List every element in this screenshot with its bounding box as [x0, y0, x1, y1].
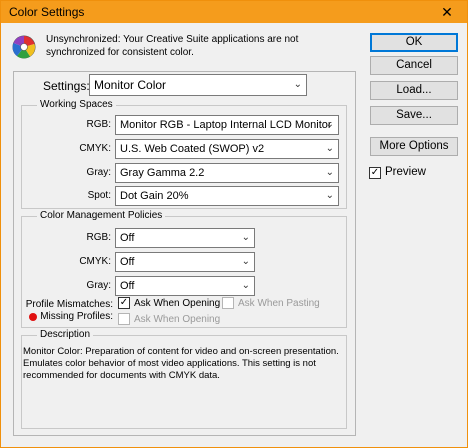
mismatch-ask-opening-checkbox[interactable]: ✓ [118, 297, 130, 309]
ws-rgb-value: Monitor RGB - Laptop Internal LCD Monito… [120, 119, 332, 131]
chevron-down-icon: ⌄ [293, 79, 302, 90]
ws-rgb-label: RGB: [86, 119, 111, 130]
ws-gray-value: Gray Gamma 2.2 [120, 167, 205, 179]
title-bar: Color Settings ✕ [1, 1, 467, 23]
working-spaces-title: Working Spaces [37, 99, 116, 110]
ws-spot-value: Dot Gain 20% [120, 190, 189, 202]
ws-rgb-select[interactable]: Monitor RGB - Laptop Internal LCD Monito… [115, 115, 339, 135]
preview-checkbox[interactable]: ✓ [369, 167, 381, 179]
cancel-button[interactable]: Cancel [370, 56, 458, 75]
policy-rgb-value: Off [120, 232, 135, 244]
ws-spot-label: Spot: [87, 190, 111, 201]
settings-select-value: Monitor Color [94, 78, 167, 92]
chevron-down-icon: ⌄ [325, 143, 334, 154]
sync-status-message: Unsynchronized: Your Creative Suite appl… [46, 34, 299, 58]
description-title: Description [37, 329, 94, 340]
ws-gray-select[interactable]: Gray Gamma 2.2 ⌄ [115, 163, 339, 183]
policy-cmyk-select[interactable]: Off ⌄ [115, 252, 255, 272]
ws-cmyk-select[interactable]: U.S. Web Coated (SWOP) v2 ⌄ [115, 139, 339, 159]
window-title: Color Settings [9, 5, 85, 19]
policies-title: Color Management Policies [37, 210, 166, 221]
mismatch-ask-pasting-label: Ask When Pasting [238, 298, 320, 309]
policy-rgb-label: RGB: [86, 232, 111, 243]
more-options-button[interactable]: More Options [370, 137, 458, 156]
chevron-down-icon: ⌄ [241, 280, 250, 291]
ws-gray-label: Gray: [86, 167, 111, 178]
chevron-down-icon: ⌄ [325, 190, 334, 201]
color-settings-dialog: Color Settings ✕ Unsynchronized: Your Cr… [0, 0, 468, 448]
policy-gray-select[interactable]: Off ⌄ [115, 276, 255, 296]
policy-cmyk-label: CMYK: [79, 256, 111, 267]
policy-cmyk-value: Off [120, 256, 135, 268]
load-button[interactable]: Load... [370, 81, 458, 100]
description-text: Monitor Color: Preparation of content fo… [23, 346, 339, 381]
chevron-down-icon: ⌄ [241, 256, 250, 267]
ws-cmyk-value: U.S. Web Coated (SWOP) v2 [120, 143, 265, 155]
missing-ask-opening-label: Ask When Opening [134, 314, 221, 325]
ws-spot-select[interactable]: Dot Gain 20% ⌄ [115, 186, 339, 206]
policy-gray-value: Off [120, 280, 135, 292]
mismatch-ask-opening-label: Ask When Opening [134, 298, 221, 309]
policy-gray-label: Gray: [86, 280, 111, 291]
chevron-down-icon: ⌄ [325, 167, 334, 178]
color-wheel-icon [12, 35, 36, 59]
settings-label: Settings: [43, 79, 90, 93]
save-button[interactable]: Save... [370, 106, 458, 125]
profile-mismatches-label: Profile Mismatches: [25, 299, 113, 310]
chevron-down-icon: ⌄ [325, 119, 334, 130]
close-icon[interactable]: ✕ [427, 1, 467, 23]
policy-rgb-select[interactable]: Off ⌄ [115, 228, 255, 248]
missing-profiles-label: Missing Profiles: [40, 311, 113, 322]
settings-select[interactable]: Monitor Color ⌄ [89, 74, 307, 96]
mismatch-ask-pasting-checkbox[interactable] [222, 297, 234, 309]
preview-label: Preview [385, 166, 426, 178]
missing-ask-opening-checkbox[interactable] [118, 313, 130, 325]
ok-button[interactable]: OK [370, 33, 458, 52]
ws-cmyk-label: CMYK: [79, 143, 111, 154]
chevron-down-icon: ⌄ [241, 232, 250, 243]
